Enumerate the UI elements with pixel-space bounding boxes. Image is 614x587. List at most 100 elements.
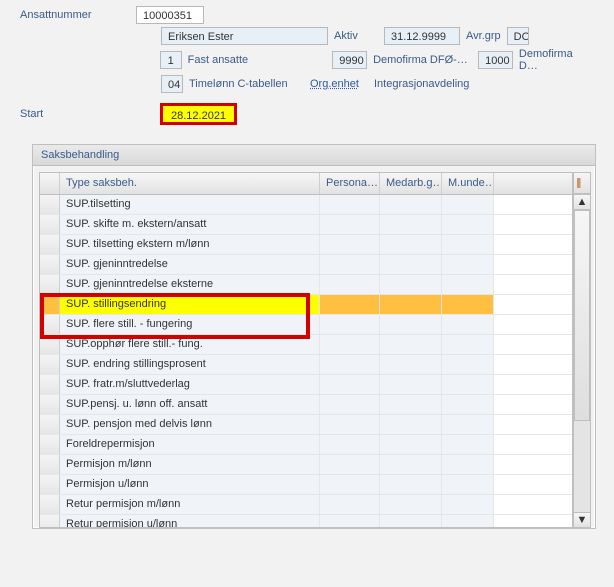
row-selector[interactable] <box>40 255 60 274</box>
row-medarb[interactable] <box>380 415 442 434</box>
row-selector[interactable] <box>40 215 60 234</box>
table-row[interactable]: Retur permisjon m/lønn <box>40 495 572 515</box>
row-munde[interactable] <box>442 375 494 394</box>
row-munde[interactable] <box>442 195 494 214</box>
row-medarb[interactable] <box>380 455 442 474</box>
scroll-track[interactable] <box>573 210 591 512</box>
row-munde[interactable] <box>442 355 494 374</box>
col-selector[interactable] <box>40 173 60 194</box>
row-selector[interactable] <box>40 335 60 354</box>
row-persona[interactable] <box>320 355 380 374</box>
row-persona[interactable] <box>320 415 380 434</box>
row-munde[interactable] <box>442 255 494 274</box>
row-medarb[interactable] <box>380 235 442 254</box>
row-medarb[interactable] <box>380 255 442 274</box>
row-medarb[interactable] <box>380 475 442 494</box>
row-persona[interactable] <box>320 195 380 214</box>
col-munde[interactable]: M.unde… <box>442 173 494 194</box>
row-selector[interactable] <box>40 415 60 434</box>
table-row[interactable]: Permisjon m/lønn <box>40 455 572 475</box>
row-munde[interactable] <box>442 455 494 474</box>
row-munde[interactable] <box>442 335 494 354</box>
row-persona[interactable] <box>320 475 380 494</box>
orgunit-label[interactable]: Org.enhet <box>310 78 368 90</box>
row-medarb[interactable] <box>380 315 442 334</box>
row-selector[interactable] <box>40 195 60 214</box>
col-medarb[interactable]: Medarb.g… <box>380 173 442 194</box>
row-medarb[interactable] <box>380 215 442 234</box>
table-row[interactable]: SUP. tilsetting ekstern m/lønn <box>40 235 572 255</box>
row-selector[interactable] <box>40 435 60 454</box>
row-persona[interactable] <box>320 515 380 527</box>
row-medarb[interactable] <box>380 195 442 214</box>
table-row[interactable]: Permisjon u/lønn <box>40 475 572 495</box>
row-selector[interactable] <box>40 275 60 294</box>
row-medarb[interactable] <box>380 395 442 414</box>
row-selector[interactable] <box>40 355 60 374</box>
scroll-down-icon[interactable]: ▼ <box>573 512 591 528</box>
row-persona[interactable] <box>320 395 380 414</box>
row-munde[interactable] <box>442 215 494 234</box>
row-persona[interactable] <box>320 375 380 394</box>
row-persona[interactable] <box>320 275 380 294</box>
scroll-thumb[interactable] <box>574 210 590 421</box>
row-medarb[interactable] <box>380 435 442 454</box>
table-row[interactable]: SUP. stillingsendring <box>40 295 572 315</box>
row-medarb[interactable] <box>380 335 442 354</box>
table-row[interactable]: SUP. endring stillingsprosent <box>40 355 572 375</box>
row-persona[interactable] <box>320 435 380 454</box>
table-row[interactable]: SUP. gjeninntredelse eksterne <box>40 275 572 295</box>
row-munde[interactable] <box>442 515 494 527</box>
table-row[interactable]: SUP.tilsetting <box>40 195 572 215</box>
row-selector[interactable] <box>40 315 60 334</box>
row-persona[interactable] <box>320 335 380 354</box>
row-munde[interactable] <box>442 235 494 254</box>
row-munde[interactable] <box>442 275 494 294</box>
table-row[interactable]: SUP. flere still. - fungering <box>40 315 572 335</box>
row-munde[interactable] <box>442 415 494 434</box>
row-persona[interactable] <box>320 295 380 314</box>
wage-code: 04 <box>161 75 183 93</box>
row-persona[interactable] <box>320 315 380 334</box>
ansatt-input[interactable]: 10000351 <box>136 6 204 24</box>
row-selector[interactable] <box>40 515 60 527</box>
table-row[interactable]: Foreldrepermisjon <box>40 435 572 455</box>
table-row[interactable]: Retur permisjon u/lønn <box>40 515 572 527</box>
row-munde[interactable] <box>442 295 494 314</box>
row-medarb[interactable] <box>380 495 442 514</box>
row-persona[interactable] <box>320 235 380 254</box>
start-date-input[interactable]: 28.12.2021 <box>160 103 237 125</box>
row-munde[interactable] <box>442 395 494 414</box>
config-columns-icon[interactable] <box>573 172 591 194</box>
row-persona[interactable] <box>320 255 380 274</box>
row-selector[interactable] <box>40 395 60 414</box>
row-selector[interactable] <box>40 495 60 514</box>
row-selector[interactable] <box>40 375 60 394</box>
vertical-scrollbar[interactable]: ▲ ▼ <box>573 172 591 528</box>
row-medarb[interactable] <box>380 355 442 374</box>
row-persona[interactable] <box>320 495 380 514</box>
row-munde[interactable] <box>442 475 494 494</box>
row-persona[interactable] <box>320 455 380 474</box>
row-selector[interactable] <box>40 455 60 474</box>
table-row[interactable]: SUP. pensjon med delvis lønn <box>40 415 572 435</box>
row-medarb[interactable] <box>380 275 442 294</box>
table-row[interactable]: SUP. skifte m. ekstern/ansatt <box>40 215 572 235</box>
row-persona[interactable] <box>320 215 380 234</box>
row-medarb[interactable] <box>380 295 442 314</box>
table-row[interactable]: SUP.pensj. u. lønn off. ansatt <box>40 395 572 415</box>
col-persona[interactable]: Persona… <box>320 173 380 194</box>
row-selector[interactable] <box>40 295 60 314</box>
row-munde[interactable] <box>442 495 494 514</box>
row-munde[interactable] <box>442 315 494 334</box>
table-row[interactable]: SUP.opphør flere still.- fung. <box>40 335 572 355</box>
row-selector[interactable] <box>40 475 60 494</box>
row-medarb[interactable] <box>380 515 442 527</box>
row-selector[interactable] <box>40 235 60 254</box>
row-munde[interactable] <box>442 435 494 454</box>
row-medarb[interactable] <box>380 375 442 394</box>
table-row[interactable]: SUP. fratr.m/sluttvederlag <box>40 375 572 395</box>
col-type[interactable]: Type saksbeh. <box>60 173 320 194</box>
scroll-up-icon[interactable]: ▲ <box>573 194 591 210</box>
table-row[interactable]: SUP. gjeninntredelse <box>40 255 572 275</box>
